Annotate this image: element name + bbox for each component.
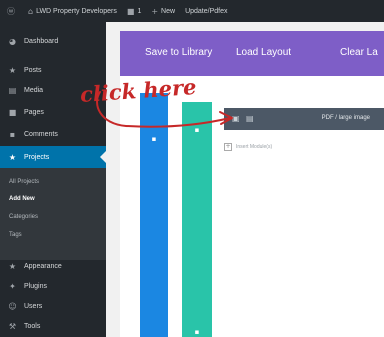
annotation-overlay: [96, 91, 233, 128]
